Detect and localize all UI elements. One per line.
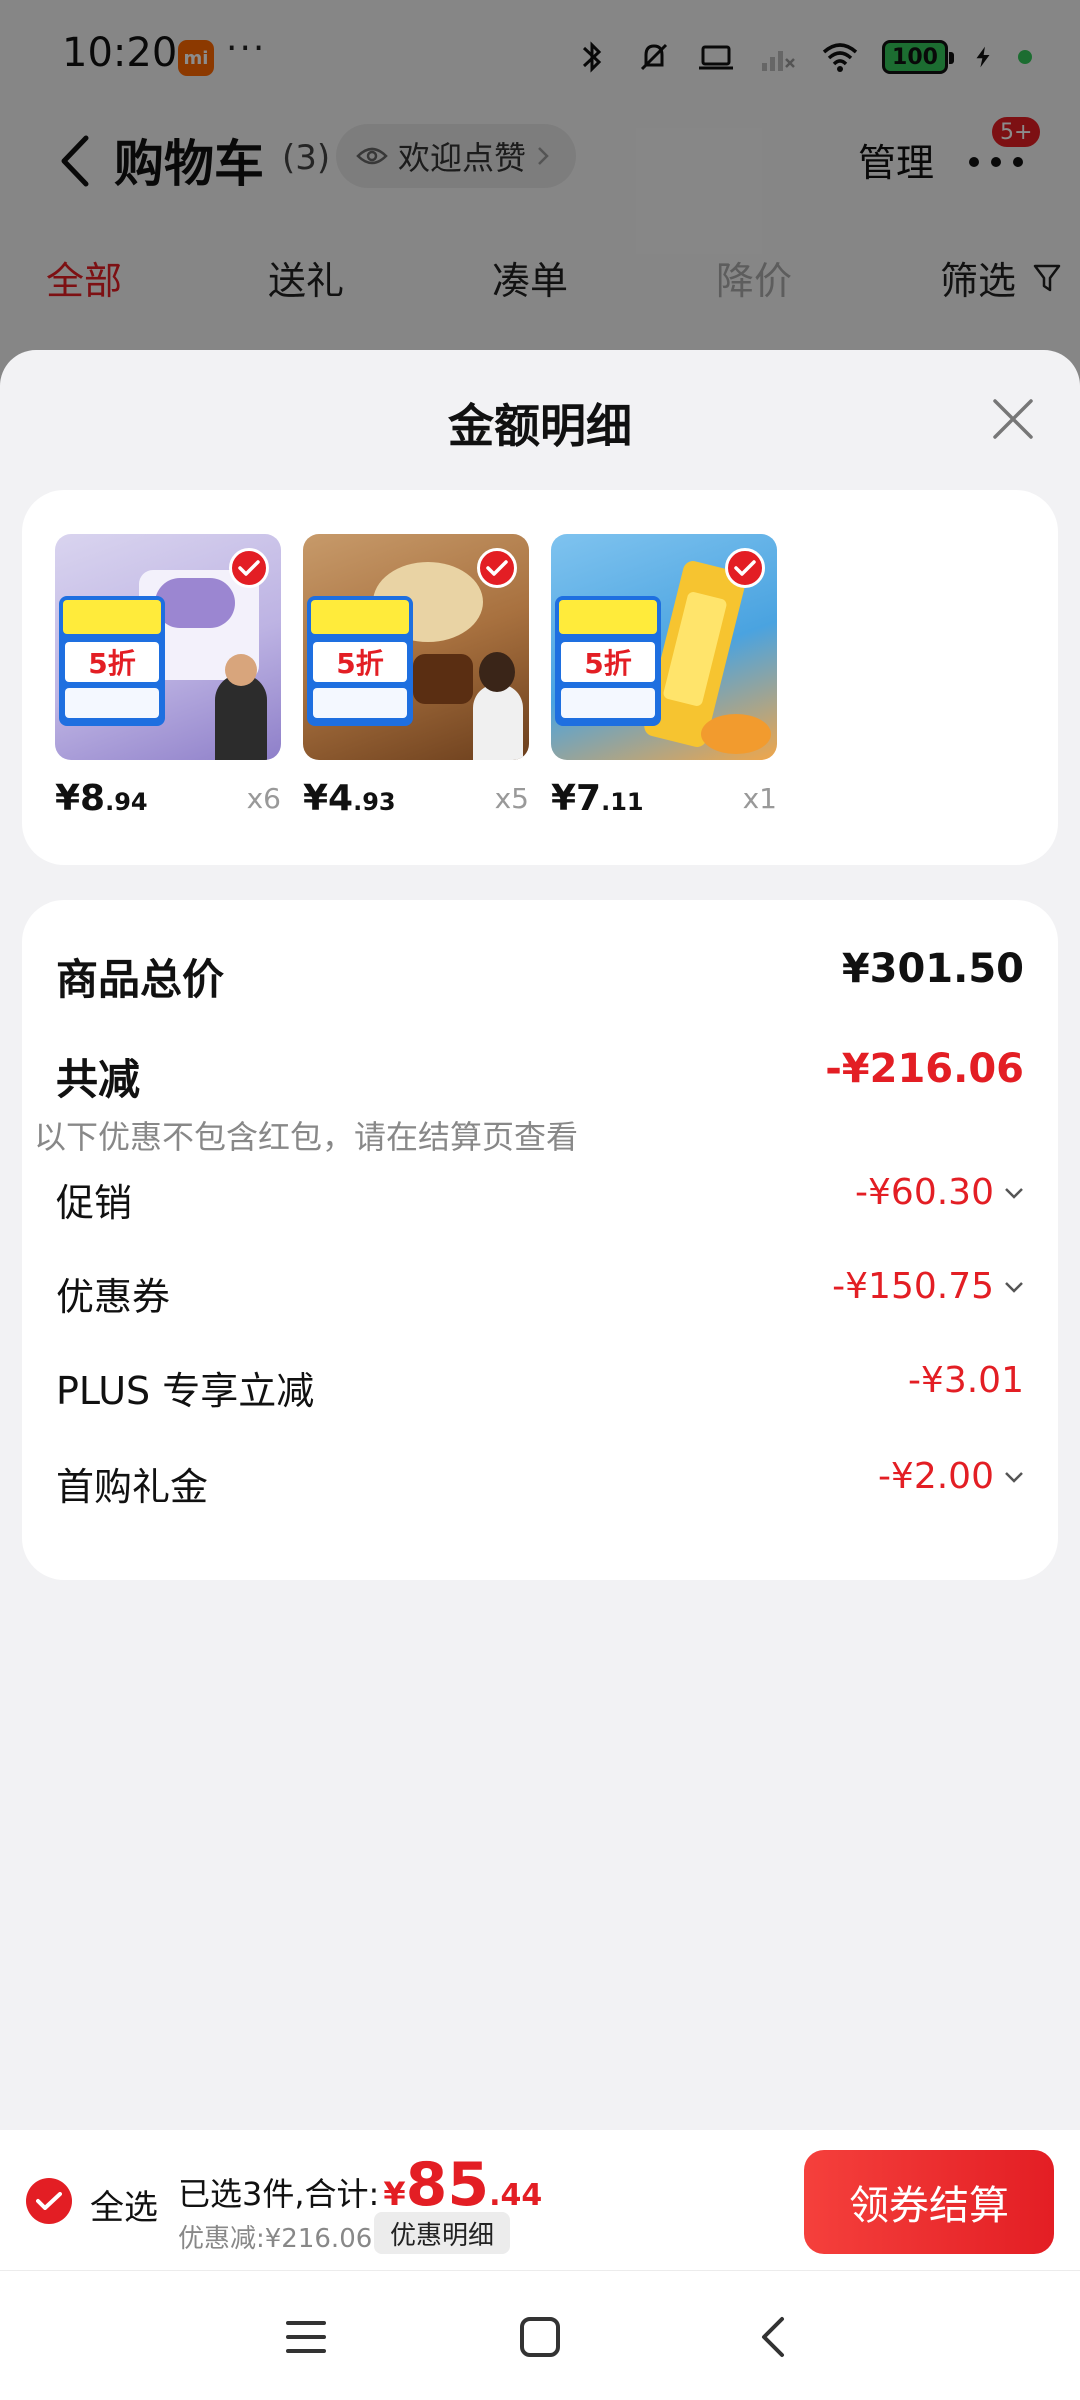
product-price: ¥4.93 xyxy=(303,778,396,819)
selected-check-icon[interactable] xyxy=(229,548,269,588)
discount-summary: 优惠减:¥216.06 xyxy=(178,2224,373,2254)
total-amount-decimal: .44 xyxy=(489,2178,543,2213)
home-icon[interactable] xyxy=(516,2313,564,2361)
product-item[interactable]: 5折 ¥7.11 x1 xyxy=(551,534,777,824)
plus-discount-label: PLUS 专享立减 xyxy=(56,1369,315,1413)
promo-badge: 5折 xyxy=(307,596,413,726)
product-price: ¥8.94 xyxy=(55,778,148,819)
total-price-value: ¥301.50 xyxy=(841,946,1024,992)
total-amount-integer: 85 xyxy=(405,2150,490,2220)
selected-check-icon[interactable] xyxy=(725,548,765,588)
first-purchase-gift-value: -¥2.00 xyxy=(878,1456,1024,1497)
selected-count-text: 已选3件,合计: xyxy=(178,2175,380,2213)
discount-detail-button[interactable]: 优惠明细 xyxy=(374,2212,511,2254)
back-icon[interactable] xyxy=(750,2313,798,2361)
select-all-label[interactable]: 全选 xyxy=(90,2180,158,2229)
promo-badge: 5折 xyxy=(59,596,165,726)
chevron-down-icon xyxy=(1005,1187,1023,1199)
product-quantity: x1 xyxy=(742,782,777,815)
promotion-row[interactable]: 促销 -¥60.30 xyxy=(56,1172,1024,1232)
total-price-row: 商品总价 ¥301.50 xyxy=(56,946,1024,1006)
chevron-down-icon xyxy=(1005,1471,1023,1483)
product-image[interactable]: 5折 xyxy=(55,534,281,760)
discount-note: 以下优惠不包含红包，请在结算页查看 xyxy=(34,1118,579,1156)
sheet-title: 金额明细 xyxy=(448,399,632,453)
close-icon[interactable] xyxy=(990,396,1036,442)
selected-products-card: 5折 ¥8.94 x6 5折 ¥4.93 x5 5折 ¥7.11 x1 xyxy=(22,490,1058,865)
product-item[interactable]: 5折 ¥8.94 x6 xyxy=(55,534,281,824)
promo-badge: 5折 xyxy=(555,596,661,726)
order-total: 已选3件,合计: ¥ 85 .44 xyxy=(178,2150,542,2220)
product-price: ¥7.11 xyxy=(551,778,644,819)
plus-discount-row: PLUS 专享立减 -¥3.01 xyxy=(56,1360,1024,1420)
selected-check-icon[interactable] xyxy=(477,548,517,588)
checkout-bar: 全选 已选3件,合计: ¥ 85 .44 优惠减:¥216.06 优惠明细 领券… xyxy=(0,2130,1080,2270)
promotion-label: 促销 xyxy=(56,1181,133,1225)
select-all-checkbox[interactable] xyxy=(26,2178,72,2224)
total-price-label: 商品总价 xyxy=(56,955,225,1004)
first-purchase-gift-row[interactable]: 首购礼金 -¥2.00 xyxy=(56,1456,1024,1516)
plus-discount-value: -¥3.01 xyxy=(907,1360,1024,1401)
chevron-down-icon xyxy=(1005,1281,1023,1293)
total-currency: ¥ xyxy=(383,2175,406,2213)
product-image[interactable]: 5折 xyxy=(303,534,529,760)
product-image[interactable]: 5折 xyxy=(551,534,777,760)
total-reduction-row: 共减 -¥216.06 xyxy=(56,1046,1024,1106)
product-quantity: x6 xyxy=(246,782,281,815)
system-nav-bar xyxy=(0,2270,1080,2400)
amount-detail-sheet: 金额明细 5折 ¥8.94 x6 5折 ¥4.93 x5 5折 ¥7.11 x1… xyxy=(0,350,1080,2400)
first-purchase-gift-label: 首购礼金 xyxy=(56,1465,209,1509)
checkout-button[interactable]: 领券结算 xyxy=(804,2150,1054,2254)
coupon-row[interactable]: 优惠券 -¥150.75 xyxy=(56,1266,1024,1326)
product-quantity: x5 xyxy=(494,782,529,815)
price-detail-card: 商品总价 ¥301.50 共减 -¥216.06 促销 -¥60.30 优惠券 … xyxy=(22,900,1058,1580)
menu-icon[interactable] xyxy=(282,2313,330,2361)
product-item[interactable]: 5折 ¥4.93 x5 xyxy=(303,534,529,824)
coupon-label: 优惠券 xyxy=(56,1275,171,1319)
total-reduction-label: 共减 xyxy=(56,1055,141,1104)
promotion-value: -¥60.30 xyxy=(855,1172,1024,1213)
coupon-value: -¥150.75 xyxy=(832,1266,1024,1307)
total-reduction-value: -¥216.06 xyxy=(825,1046,1024,1092)
